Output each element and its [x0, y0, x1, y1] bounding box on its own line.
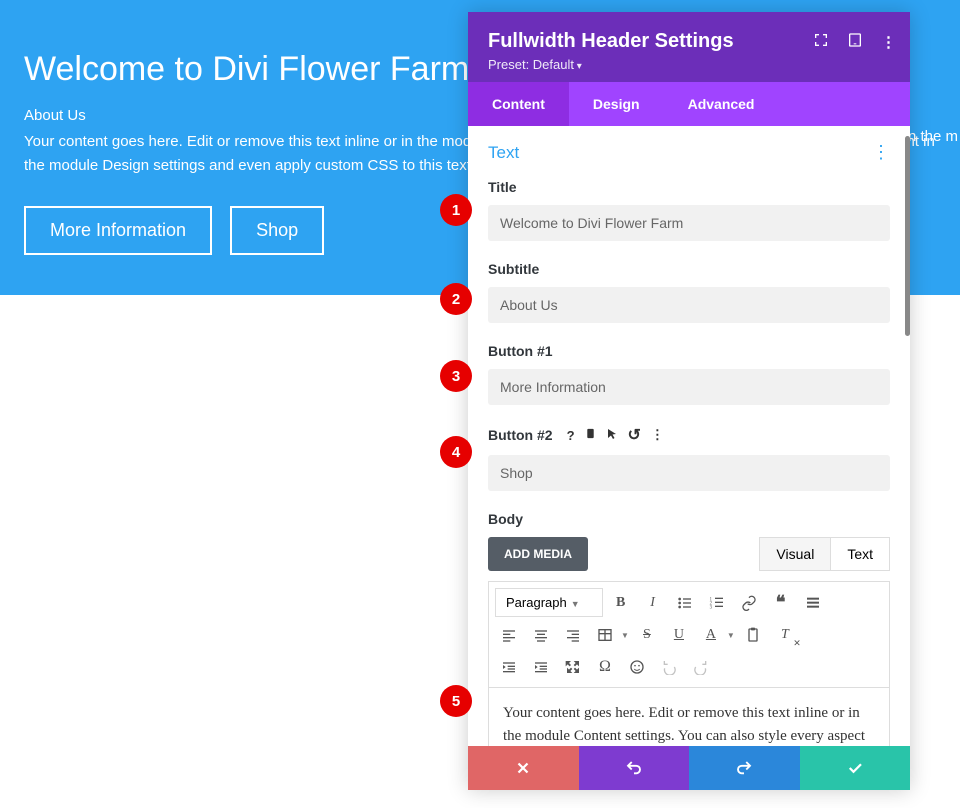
- more-tools-icon[interactable]: [799, 589, 827, 617]
- tab-advanced[interactable]: Advanced: [664, 82, 779, 126]
- editor-body[interactable]: Your content goes here. Edit or remove t…: [488, 688, 890, 746]
- callout-1: 1: [440, 194, 472, 226]
- align-center-icon[interactable]: [527, 621, 555, 649]
- button2-label: Button #2 ? ↺ ⋮: [488, 425, 890, 445]
- responsive-icon[interactable]: [847, 32, 863, 52]
- subtitle-label: Subtitle: [488, 261, 890, 277]
- tab-content[interactable]: Content: [468, 82, 569, 126]
- section-more-icon[interactable]: ⋮: [872, 142, 890, 163]
- link-icon[interactable]: [735, 589, 763, 617]
- panel-tabs: Content Design Advanced: [468, 82, 910, 126]
- shop-button[interactable]: Shop: [230, 206, 324, 255]
- callout-3: 3: [440, 360, 472, 392]
- align-right-icon[interactable]: [559, 621, 587, 649]
- title-input[interactable]: [488, 205, 890, 241]
- more-icon[interactable]: ⋮: [881, 33, 896, 51]
- editor-toolbar: Paragraph▼ B I 123 ❝ ▼ S U A▼ T✕: [488, 581, 890, 688]
- fullscreen-icon[interactable]: [559, 653, 587, 681]
- strikethrough-icon[interactable]: S: [633, 621, 661, 649]
- cursor-icon[interactable]: [606, 427, 618, 444]
- cancel-button[interactable]: [468, 746, 579, 790]
- panel-header: Fullwidth Header Settings Preset: Defaul…: [468, 12, 910, 82]
- editor-tab-text[interactable]: Text: [831, 537, 890, 571]
- tab-design[interactable]: Design: [569, 82, 664, 126]
- help-icon[interactable]: ?: [567, 428, 575, 443]
- clear-formatting-icon[interactable]: T✕: [771, 621, 799, 649]
- settings-panel: Fullwidth Header Settings Preset: Defaul…: [468, 12, 910, 790]
- svg-text:3: 3: [709, 605, 712, 610]
- panel-header-icons: ⋮: [813, 32, 896, 52]
- align-left-icon[interactable]: [495, 621, 523, 649]
- emoji-icon[interactable]: [623, 653, 651, 681]
- background-clipped-text: n the m: [908, 128, 958, 145]
- callout-2: 2: [440, 283, 472, 315]
- redo-icon[interactable]: [687, 653, 715, 681]
- button2-input[interactable]: [488, 455, 890, 491]
- panel-content[interactable]: Text ⋮ Title Subtitle Button #1 Button #…: [468, 126, 910, 746]
- scrollbar[interactable]: [905, 136, 910, 336]
- special-char-icon[interactable]: Ω: [591, 653, 619, 681]
- footer-redo-button[interactable]: [689, 746, 800, 790]
- title-label: Title: [488, 179, 890, 195]
- button1-label: Button #1: [488, 343, 890, 359]
- text-color-icon[interactable]: A: [697, 621, 725, 649]
- preset-dropdown[interactable]: Preset: Default: [488, 57, 890, 72]
- editor-tabs: Visual Text: [759, 537, 890, 571]
- expand-icon[interactable]: [813, 32, 829, 52]
- editor-tab-visual[interactable]: Visual: [759, 537, 831, 571]
- add-media-button[interactable]: ADD MEDIA: [488, 537, 588, 571]
- callout-4: 4: [440, 436, 472, 468]
- bullet-list-icon[interactable]: [671, 589, 699, 617]
- italic-icon[interactable]: I: [639, 589, 667, 617]
- table-icon[interactable]: [591, 621, 619, 649]
- bold-icon[interactable]: B: [607, 589, 635, 617]
- save-button[interactable]: [800, 746, 911, 790]
- phone-icon[interactable]: [585, 426, 596, 444]
- section-heading[interactable]: Text ⋮: [488, 142, 890, 163]
- field-more-icon[interactable]: ⋮: [651, 427, 664, 443]
- editor-top-row: ADD MEDIA Visual Text: [488, 537, 890, 571]
- subtitle-input[interactable]: [488, 287, 890, 323]
- quote-icon[interactable]: ❝: [767, 589, 795, 617]
- format-select[interactable]: Paragraph▼: [495, 588, 603, 617]
- more-information-button[interactable]: More Information: [24, 206, 212, 255]
- paste-text-icon[interactable]: [739, 621, 767, 649]
- section-heading-label: Text: [488, 143, 519, 163]
- button1-input[interactable]: [488, 369, 890, 405]
- footer-undo-button[interactable]: [579, 746, 690, 790]
- indent-icon[interactable]: [527, 653, 555, 681]
- panel-footer: [468, 746, 910, 790]
- callout-5: 5: [440, 685, 472, 717]
- reset-icon[interactable]: ↺: [628, 425, 641, 445]
- body-label: Body: [488, 511, 890, 527]
- numbered-list-icon[interactable]: 123: [703, 589, 731, 617]
- field-option-icons: ? ↺ ⋮: [567, 425, 664, 445]
- underline-icon[interactable]: U: [665, 621, 693, 649]
- undo-icon[interactable]: [655, 653, 683, 681]
- outdent-icon[interactable]: [495, 653, 523, 681]
